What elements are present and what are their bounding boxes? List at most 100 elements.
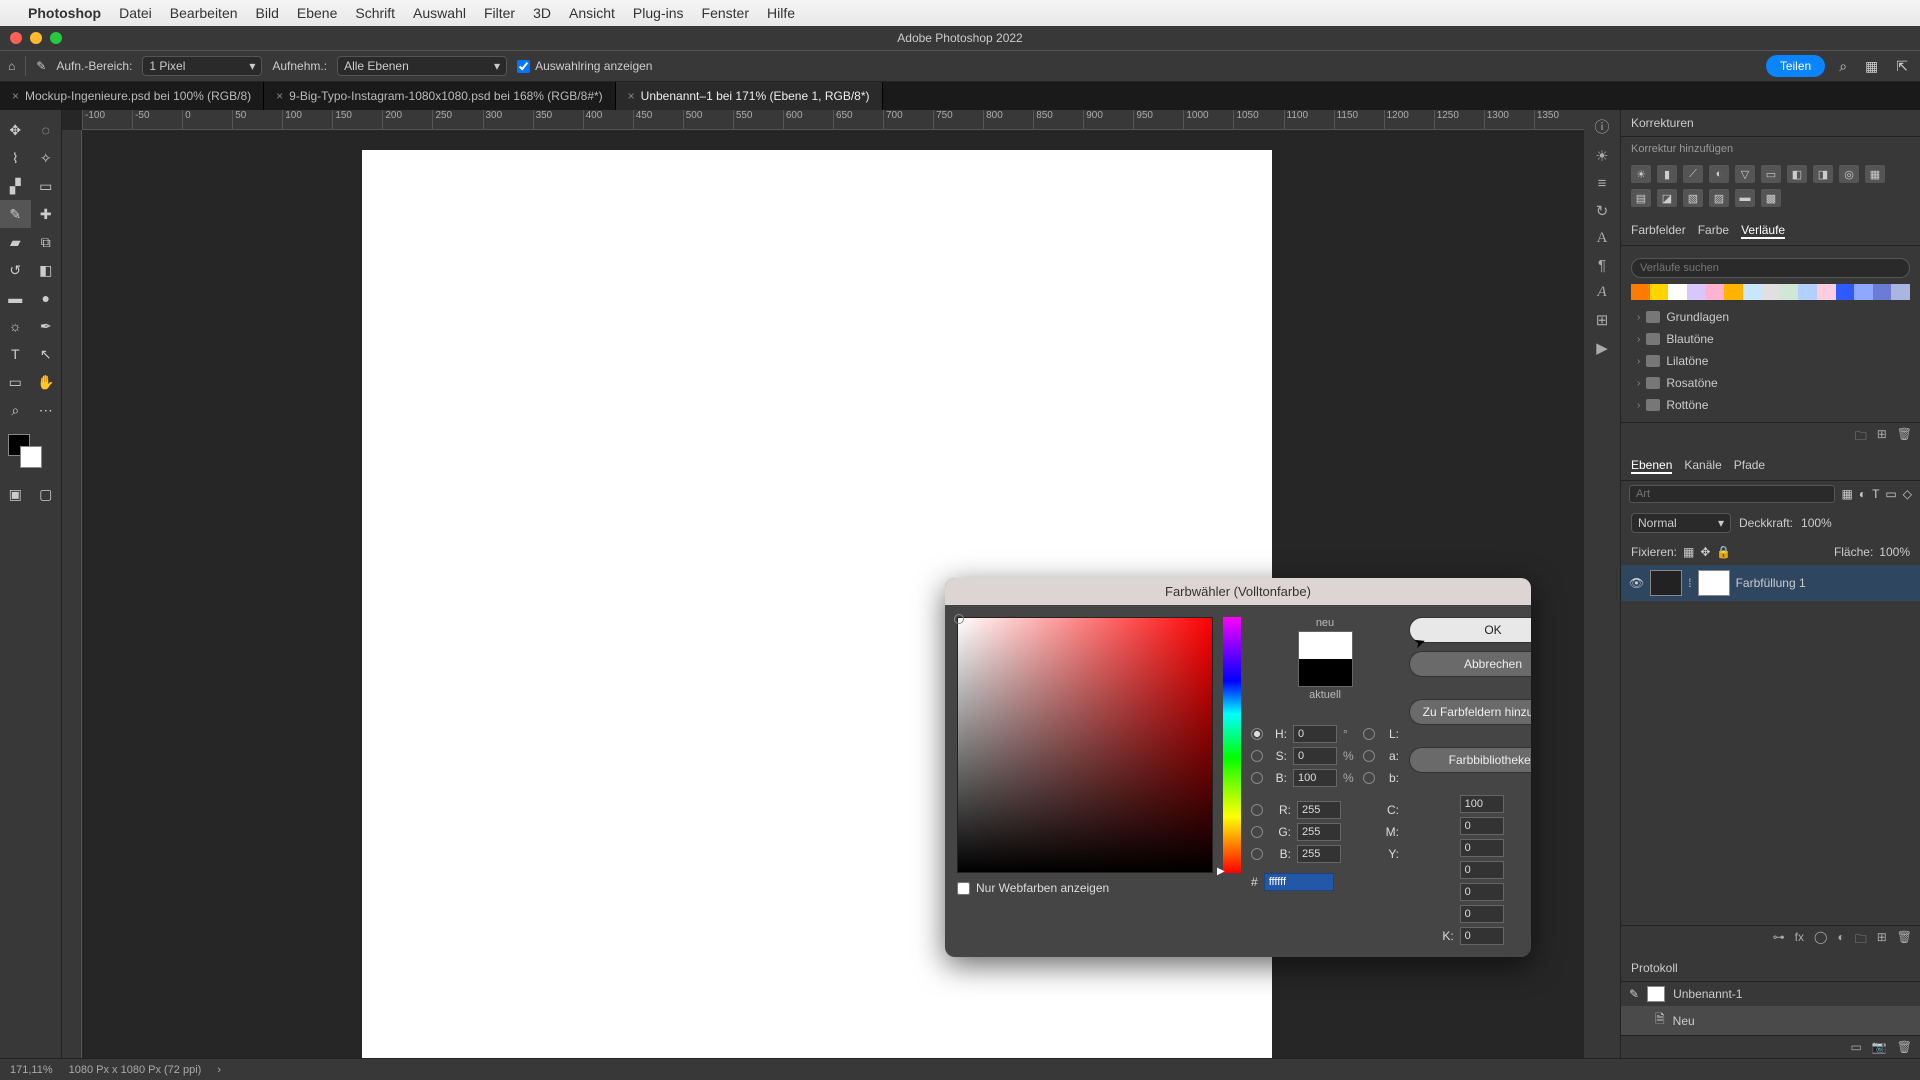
selective-color-icon[interactable]: ▩ [1761, 189, 1781, 207]
history-brush-icon[interactable]: ↺ [0, 256, 31, 284]
filter-shape-icon[interactable]: ▭ [1885, 487, 1896, 501]
mask-icon[interactable]: ◯ [1814, 930, 1827, 951]
bl-radio[interactable] [1251, 848, 1263, 860]
tab-mockup[interactable]: ×Mockup-Ingenieure.psd bei 100% (RGB/8) [0, 82, 264, 110]
k-input[interactable] [1460, 927, 1504, 945]
sample-size-select[interactable]: 1 Pixel▾ [142, 56, 262, 76]
paragraph-icon[interactable]: ¶ [1598, 257, 1606, 274]
a-radio[interactable] [1363, 750, 1375, 762]
a-input[interactable] [1460, 817, 1504, 835]
type-panel-icon[interactable]: A [1597, 230, 1608, 247]
workspace-icon[interactable]: ▦ [1861, 58, 1882, 75]
fullscreen-icon[interactable] [50, 32, 62, 44]
trash-icon[interactable]: 🗑 [1897, 427, 1912, 448]
cancel-button[interactable]: Abbrechen [1409, 651, 1531, 677]
menu-fenster[interactable]: Fenster [702, 5, 749, 21]
sample-from-select[interactable]: Alle Ebenen▾ [337, 56, 507, 76]
add-to-swatches-button[interactable]: Zu Farbfeldern hinzufügen [1409, 699, 1531, 725]
opacity-value[interactable]: 100% [1801, 516, 1832, 530]
blur-tool-icon[interactable]: ● [31, 284, 62, 312]
photo-filter-icon[interactable]: ◎ [1839, 165, 1859, 183]
dodge-tool-icon[interactable]: ☼ [0, 312, 31, 340]
tree-item[interactable]: ›Rosatöne [1631, 372, 1910, 394]
heal-tool-icon[interactable]: ✚ [31, 200, 62, 228]
gradient-tool-icon[interactable]: ▬ [0, 284, 31, 312]
fill-value[interactable]: 100% [1879, 545, 1910, 559]
shape-tool-icon[interactable]: ▭ [0, 368, 31, 396]
type-tool-icon[interactable]: T [0, 340, 31, 368]
g-input[interactable] [1297, 823, 1341, 841]
zoom-tool-icon[interactable]: ⌕ [0, 396, 31, 424]
brightness-icon[interactable]: ☀ [1631, 165, 1651, 183]
share-button[interactable]: Teilen [1766, 55, 1825, 77]
layer-thumb-icon[interactable] [1650, 570, 1682, 596]
show-sampling-ring-check[interactable]: Auswahlring anzeigen [517, 59, 652, 73]
gradient-search-input[interactable] [1631, 258, 1910, 278]
wand-tool-icon[interactable]: ✧ [31, 144, 62, 172]
vibrance-icon[interactable]: ▽ [1735, 165, 1755, 183]
blend-mode-select[interactable]: Normal▾ [1631, 513, 1731, 533]
new-layer-icon[interactable]: ⊞ [1877, 930, 1887, 951]
close-icon[interactable]: × [276, 89, 283, 103]
eraser-tool-icon[interactable]: ◧ [31, 256, 62, 284]
bw-icon[interactable]: ◨ [1813, 165, 1833, 183]
lock-pixels-icon[interactable]: ▦ [1683, 545, 1694, 559]
filter-type-icon[interactable]: T [1872, 487, 1879, 501]
curves-icon[interactable]: ⟋ [1683, 165, 1703, 183]
menu-auswahl[interactable]: Auswahl [413, 5, 466, 21]
group-icon[interactable]: 🗀 [1855, 930, 1867, 951]
tree-item[interactable]: ›Grundlagen [1631, 306, 1910, 328]
path-select-icon[interactable]: ↖ [31, 340, 62, 368]
lab-b-input[interactable] [1460, 839, 1504, 857]
layer-name[interactable]: Farbfüllung 1 [1736, 576, 1806, 590]
eyedropper-tool-icon[interactable]: ✎ [0, 200, 31, 228]
colorbalance-icon[interactable]: ◧ [1787, 165, 1807, 183]
current-color-swatch[interactable] [1299, 659, 1352, 686]
g-radio[interactable] [1251, 826, 1263, 838]
hue-marker-icon[interactable]: ▶ [1217, 866, 1225, 877]
filter-pixel-icon[interactable]: ▦ [1841, 487, 1852, 501]
hue-slider[interactable]: ▶ [1223, 617, 1241, 873]
lasso-tool-icon[interactable]: ⌇ [0, 144, 31, 172]
crop-tool-icon[interactable]: ▞ [0, 172, 31, 200]
posterize-icon[interactable]: ▧ [1683, 189, 1703, 207]
h-radio[interactable] [1251, 728, 1263, 740]
adjustment-layer-icon[interactable]: ◐ [1837, 930, 1844, 951]
b-input[interactable] [1293, 769, 1337, 787]
tab-unbenannt[interactable]: ×Unbenannt–1 bei 171% (Ebene 1, RGB/8*) [616, 82, 883, 110]
s-radio[interactable] [1251, 750, 1263, 762]
tab-farbfelder[interactable]: Farbfelder [1631, 223, 1686, 239]
brush-icon[interactable]: ✎ [1629, 987, 1639, 1001]
r-input[interactable] [1297, 801, 1341, 819]
hand-tool-icon[interactable]: ✋ [31, 368, 62, 396]
lab-b-radio[interactable] [1363, 772, 1375, 784]
zoom-level[interactable]: 171,11% [10, 1064, 53, 1076]
menu-datei[interactable]: Datei [119, 5, 152, 21]
link-layers-icon[interactable]: ⊶ [1773, 930, 1785, 951]
visibility-icon[interactable]: 👁 [1629, 576, 1644, 590]
delete-state-icon[interactable]: 🗑 [1897, 1040, 1912, 1054]
menu-3d[interactable]: 3D [533, 5, 551, 21]
menu-hilfe[interactable]: Hilfe [767, 5, 795, 21]
move-tool-icon[interactable]: ✥ [0, 116, 31, 144]
link-icon[interactable]: ⁞ [1688, 576, 1691, 590]
lookup-icon[interactable]: ▤ [1631, 189, 1651, 207]
properties-icon[interactable]: ⓘ [1594, 116, 1609, 137]
tab-kanale[interactable]: Kanäle [1684, 458, 1721, 474]
menu-ebene[interactable]: Ebene [297, 5, 337, 21]
glyphs-icon[interactable]: ⊞ [1596, 311, 1609, 329]
filter-smart-icon[interactable]: ◇ [1903, 487, 1912, 501]
fx-icon[interactable]: fx [1795, 930, 1804, 951]
tab-bigtypo[interactable]: ×9-Big-Typo-Instagram-1080x1080.psd bei … [264, 82, 616, 110]
close-icon[interactable]: × [628, 89, 635, 103]
h-input[interactable] [1293, 725, 1337, 743]
menu-bild[interactable]: Bild [256, 5, 279, 21]
b-radio[interactable] [1251, 772, 1263, 784]
ok-button[interactable]: OK [1409, 617, 1531, 643]
exposure-icon[interactable]: ◐ [1709, 165, 1729, 183]
sv-cursor-icon[interactable] [954, 614, 964, 624]
c-input[interactable] [1460, 861, 1504, 879]
frame-tool-icon[interactable]: ▭ [31, 172, 62, 200]
tree-item[interactable]: ›Rottöne [1631, 394, 1910, 416]
menu-plugins[interactable]: Plug-ins [633, 5, 684, 21]
